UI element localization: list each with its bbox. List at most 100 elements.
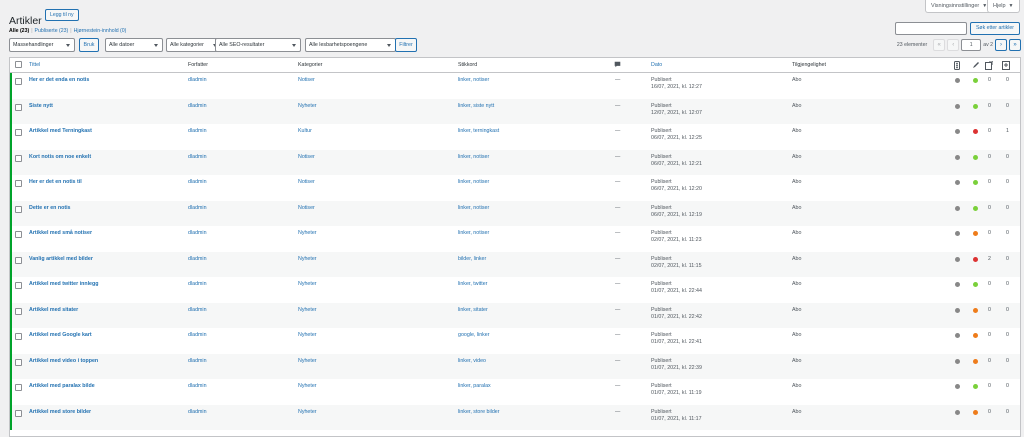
post-title-link[interactable]: Her er det en notis til bbox=[29, 179, 82, 185]
incoming-links-icon[interactable] bbox=[1002, 61, 1010, 72]
post-title-link[interactable]: Artikkel med Terningkast bbox=[29, 128, 92, 134]
author-link[interactable]: dladmin bbox=[188, 256, 207, 262]
table-row: Her er det enda en notis dladmin Notiser li… bbox=[10, 73, 1020, 99]
author-link[interactable]: dladmin bbox=[188, 383, 207, 389]
tags-link[interactable]: linker, notiser bbox=[458, 205, 489, 211]
author-link[interactable]: dladmin bbox=[188, 307, 207, 313]
row-checkbox[interactable] bbox=[15, 333, 22, 340]
post-title-link[interactable]: Artikkel med Google kart bbox=[29, 332, 92, 338]
tags-link[interactable]: linker, terningkast bbox=[458, 128, 499, 134]
post-title-link[interactable]: Artikkel med paralax bilde bbox=[29, 383, 95, 389]
tags-link[interactable]: linker, twitter bbox=[458, 281, 487, 287]
category-link[interactable]: Nyheter bbox=[298, 409, 317, 415]
first-page-button[interactable]: « bbox=[933, 39, 946, 51]
author-link[interactable]: dladmin bbox=[188, 205, 207, 211]
seo-filter-select[interactable]: Alle SEO-resultater bbox=[215, 38, 301, 52]
post-title-link[interactable]: Vanlig artikkel med bilder bbox=[29, 256, 93, 262]
view-cornerstone[interactable]: Hjørnestein-innhold (0) bbox=[74, 28, 127, 34]
next-page-button[interactable]: › bbox=[995, 39, 1007, 51]
row-checkbox[interactable] bbox=[15, 282, 22, 289]
current-page-input[interactable]: 1 bbox=[961, 39, 982, 51]
author-link[interactable]: dladmin bbox=[188, 128, 207, 134]
author-link[interactable]: dladmin bbox=[188, 154, 207, 160]
row-checkbox[interactable] bbox=[15, 231, 22, 238]
readability-icon[interactable] bbox=[971, 61, 979, 71]
post-title-link[interactable]: Artikkel med video i toppen bbox=[29, 358, 98, 364]
category-link[interactable]: Nyheter bbox=[298, 307, 317, 313]
row-checkbox[interactable] bbox=[15, 154, 22, 162]
category-link[interactable]: Notiser bbox=[298, 154, 315, 160]
search-button[interactable]: Søk etter artikler bbox=[970, 22, 1020, 35]
tags-link[interactable]: linker, siste nytt bbox=[458, 103, 494, 109]
tags-link[interactable]: linker, notiser bbox=[458, 230, 489, 236]
post-date: Publisert 06/07, 2021, kl. 12:19 bbox=[651, 205, 702, 219]
category-link[interactable]: Nyheter bbox=[298, 281, 317, 287]
category-link[interactable]: Notiser bbox=[298, 77, 315, 83]
comments-icon[interactable] bbox=[614, 61, 621, 70]
tags-link[interactable]: linker, notiser bbox=[458, 179, 489, 185]
search-input[interactable] bbox=[895, 22, 967, 35]
author-link[interactable]: dladmin bbox=[188, 281, 207, 287]
view-published[interactable]: Publiserte (23) bbox=[35, 28, 69, 34]
add-new-button[interactable]: Legg til ny bbox=[45, 9, 79, 21]
author-link[interactable]: dladmin bbox=[188, 103, 207, 109]
row-checkbox[interactable] bbox=[15, 256, 22, 264]
view-all[interactable]: Alle (23) bbox=[9, 28, 29, 34]
author-link[interactable]: dladmin bbox=[188, 409, 207, 415]
category-link[interactable]: Nyheter bbox=[298, 256, 317, 262]
column-date[interactable]: Dato bbox=[651, 62, 662, 68]
category-link[interactable]: Kultur bbox=[298, 128, 312, 134]
row-checkbox[interactable] bbox=[15, 180, 22, 187]
column-title[interactable]: Tittel bbox=[29, 62, 40, 68]
row-checkbox[interactable] bbox=[15, 358, 22, 366]
author-link[interactable]: dladmin bbox=[188, 230, 207, 236]
category-link[interactable]: Nyheter bbox=[298, 332, 317, 338]
author-link[interactable]: dladmin bbox=[188, 358, 207, 364]
post-title-link[interactable]: Artikkel med små notiser bbox=[29, 230, 92, 236]
category-link[interactable]: Notiser bbox=[298, 179, 315, 185]
row-checkbox[interactable] bbox=[15, 384, 22, 391]
author-link[interactable]: dladmin bbox=[188, 77, 207, 83]
outgoing-links-icon[interactable] bbox=[985, 60, 994, 72]
screen-options-button[interactable]: Visningsinnstillinger ▼ bbox=[925, 0, 994, 13]
post-title-link[interactable]: Artikkel med sitater bbox=[29, 307, 78, 313]
row-checkbox[interactable] bbox=[15, 129, 22, 136]
help-button[interactable]: Hjelp ▼ bbox=[987, 0, 1020, 13]
date-filter-select[interactable]: Alle datoer bbox=[105, 38, 163, 52]
post-title-link[interactable]: Siste nytt bbox=[29, 103, 53, 109]
author-link[interactable]: dladmin bbox=[188, 179, 207, 185]
row-checkbox[interactable] bbox=[15, 409, 22, 417]
tags-link[interactable]: linker, notiser bbox=[458, 77, 489, 83]
category-link[interactable]: Nyheter bbox=[298, 383, 317, 389]
seo-score-icon[interactable] bbox=[954, 61, 960, 72]
post-title-link[interactable]: Dette er en notis bbox=[29, 205, 71, 211]
tags-link[interactable]: linker, sitater bbox=[458, 307, 488, 313]
tags-link[interactable]: linker, video bbox=[458, 358, 486, 364]
category-link[interactable]: Notiser bbox=[298, 205, 315, 211]
row-checkbox[interactable] bbox=[15, 78, 22, 85]
prev-page-button[interactable]: ‹ bbox=[947, 39, 960, 51]
tags-link[interactable]: google, linker bbox=[458, 332, 490, 338]
row-checkbox[interactable] bbox=[15, 103, 22, 111]
category-link[interactable]: Nyheter bbox=[298, 103, 317, 109]
tags-link[interactable]: linker, notiser bbox=[458, 154, 489, 160]
select-all-checkbox[interactable] bbox=[15, 61, 22, 68]
category-filter-select[interactable]: Alle kategorier bbox=[166, 38, 222, 52]
author-link[interactable]: dladmin bbox=[188, 332, 207, 338]
row-checkbox[interactable] bbox=[15, 205, 22, 213]
tags-link[interactable]: bilder, linker bbox=[458, 256, 486, 262]
post-title-link[interactable]: Kort notis om noe enkelt bbox=[29, 154, 91, 160]
post-title-link[interactable]: Artikkel med twitter innlegg bbox=[29, 281, 98, 287]
tags-link[interactable]: linker, paralax bbox=[458, 383, 491, 389]
post-title-link[interactable]: Her er det enda en notis bbox=[29, 77, 89, 83]
tags-link[interactable]: linker, store bilder bbox=[458, 409, 500, 415]
category-link[interactable]: Nyheter bbox=[298, 358, 317, 364]
last-page-button[interactable]: » bbox=[1009, 39, 1021, 51]
bulk-actions-select[interactable]: Massehandlinger bbox=[9, 38, 75, 52]
readability-filter-select[interactable]: Alle lesbarhetspoengene bbox=[305, 38, 396, 52]
category-link[interactable]: Nyheter bbox=[298, 230, 317, 236]
row-checkbox[interactable] bbox=[15, 307, 22, 315]
post-title-link[interactable]: Artikkel med store bilder bbox=[29, 409, 91, 415]
filter-button[interactable]: Filtrer bbox=[395, 38, 417, 52]
apply-button[interactable]: Bruk bbox=[79, 38, 99, 52]
